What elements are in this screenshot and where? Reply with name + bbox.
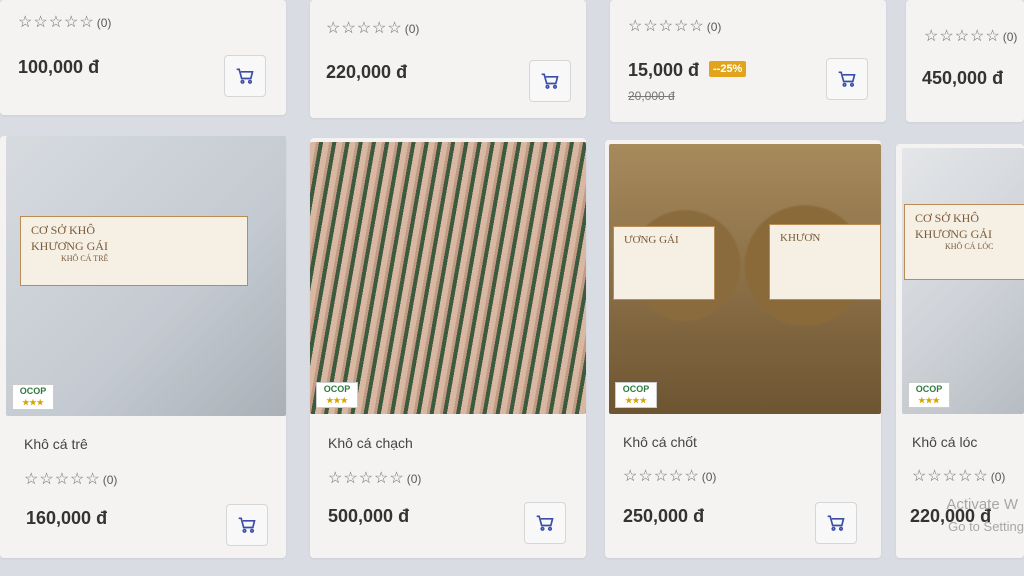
product-price: 15,000 đ	[628, 60, 700, 80]
package-label: KHƯƠN	[769, 224, 881, 300]
cart-icon	[536, 515, 554, 531]
product-price: 100,000 đ	[18, 57, 100, 77]
rating-count: (0)	[1002, 30, 1018, 44]
cart-icon	[541, 73, 559, 89]
product-card[interactable]: ☆☆☆☆☆ (0) 100,000 đ	[0, 0, 286, 115]
product-card[interactable]: OCOP ★★★ Khô cá chạch ☆☆☆☆☆ (0) 500,000 đ	[310, 138, 586, 558]
product-image[interactable]: ƯƠNG GÁI KHƯƠN OCOP ★★★	[609, 144, 881, 414]
product-price: 500,000 đ	[328, 506, 410, 526]
product-name[interactable]: Khô cá chạch	[328, 435, 413, 451]
product-name[interactable]: Khô cá trê	[24, 436, 88, 452]
add-to-cart-button[interactable]	[524, 502, 566, 544]
package-label: ƯƠNG GÁI	[613, 226, 715, 300]
rating-stars: ☆☆☆☆☆ (0)	[924, 28, 1018, 45]
rating-stars: ☆☆☆☆☆ (0)	[326, 20, 420, 37]
ocop-badge: OCOP ★★★	[12, 384, 54, 410]
rating-stars: ☆☆☆☆☆ (0)	[628, 18, 722, 35]
rating-stars: ☆☆☆☆☆ (0)	[24, 471, 118, 488]
rating-stars: ☆☆☆☆☆ (0)	[328, 470, 422, 487]
cart-icon	[238, 517, 256, 533]
cart-icon	[827, 515, 845, 531]
rating-stars: ☆☆☆☆☆ (0)	[623, 468, 717, 485]
product-card[interactable]: ☆☆☆☆☆ (0) 450,000 đ	[906, 0, 1024, 122]
product-card[interactable]: ƯƠNG GÁI KHƯƠN OCOP ★★★ Khô cá chốt ☆☆☆☆☆…	[605, 140, 881, 558]
rating-count: (0)	[102, 473, 118, 487]
add-to-cart-button[interactable]	[226, 504, 268, 546]
rating-count: (0)	[990, 470, 1006, 484]
product-name[interactable]: Khô cá chốt	[623, 434, 697, 450]
product-image[interactable]: OCOP ★★★	[310, 142, 586, 414]
rating-count: (0)	[701, 470, 717, 484]
activation-watermark-subtitle: Go to Setting	[948, 519, 1024, 534]
product-price: 220,000 đ	[326, 62, 408, 82]
add-to-cart-button[interactable]	[529, 60, 571, 102]
add-to-cart-button[interactable]	[815, 502, 857, 544]
ocop-badge: OCOP ★★★	[615, 382, 657, 408]
product-card[interactable]: ☆☆☆☆☆ (0) 15,000 đ --25% 20,000 đ	[610, 0, 886, 122]
rating-stars: ☆☆☆☆☆ (0)	[912, 468, 1006, 485]
cart-icon	[236, 68, 254, 84]
product-card[interactable]: CƠ SỞ KHÔ KHƯƠNG GÁI KHÔ CÁ TRÊ OCOP ★★★ …	[0, 136, 286, 558]
product-name[interactable]: Khô cá lóc	[912, 434, 977, 450]
product-price: 160,000 đ	[26, 508, 108, 528]
product-image[interactable]: CƠ SỞ KHÔ KHƯƠNG GÁI KHÔ CÁ TRÊ OCOP ★★★	[6, 136, 286, 416]
rating-count: (0)	[706, 20, 722, 34]
package-label: CƠ SỞ KHÔ KHƯƠNG GẢI KHÔ CÁ LÓC	[904, 204, 1024, 280]
rating-count: (0)	[96, 16, 112, 30]
add-to-cart-button[interactable]	[826, 58, 868, 100]
add-to-cart-button[interactable]	[224, 55, 266, 97]
cart-icon	[838, 71, 856, 87]
product-card[interactable]: ☆☆☆☆☆ (0) 220,000 đ	[310, 0, 586, 118]
rating-count: (0)	[406, 472, 422, 486]
rating-count: (0)	[404, 22, 420, 36]
ocop-badge: OCOP ★★★	[908, 382, 950, 408]
package-label: CƠ SỞ KHÔ KHƯƠNG GÁI KHÔ CÁ TRÊ	[20, 216, 248, 286]
discount-badge: --25%	[709, 61, 747, 77]
product-price: 450,000 đ	[922, 68, 1004, 88]
product-image[interactable]: CƠ SỞ KHÔ KHƯƠNG GẢI KHÔ CÁ LÓC OCOP ★★★	[902, 148, 1024, 414]
rating-stars: ☆☆☆☆☆ (0)	[18, 14, 112, 31]
original-price: 20,000 đ	[628, 89, 675, 103]
activation-watermark-title: Activate W	[946, 496, 1018, 513]
product-price: 250,000 đ	[623, 506, 705, 526]
ocop-badge: OCOP ★★★	[316, 382, 358, 408]
